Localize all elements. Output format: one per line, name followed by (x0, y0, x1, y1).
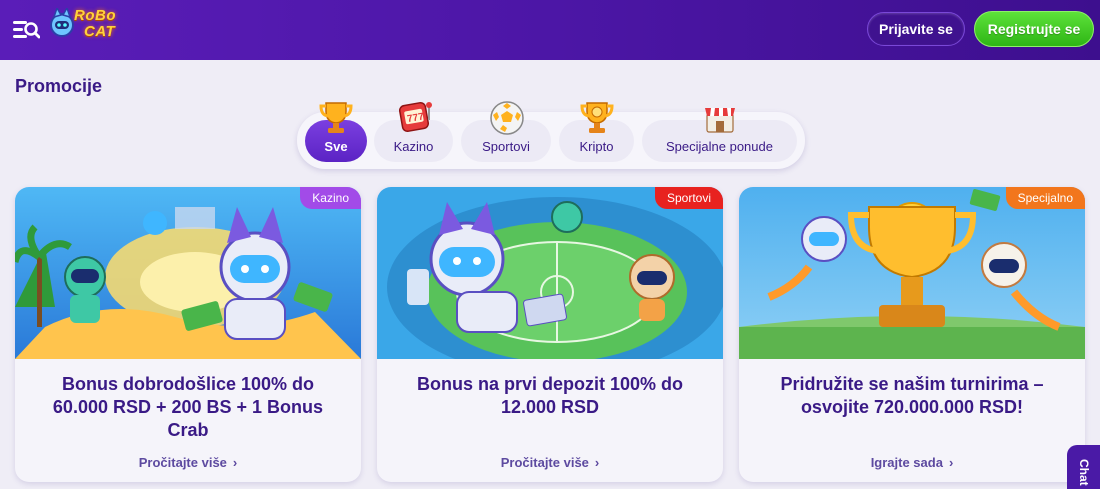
tab-special-offers-label: Specijalne ponude (666, 139, 773, 154)
gift-shop-icon (705, 108, 735, 133)
read-more-link[interactable]: Pročitajte više › (377, 455, 723, 470)
login-button[interactable]: Prijavite se (867, 12, 965, 46)
trophy-icon (319, 102, 353, 133)
chevron-right-icon: › (948, 455, 954, 470)
chat-button[interactable]: Chat (1067, 445, 1100, 489)
chat-label: Chat (1077, 459, 1091, 486)
menu-search-icon[interactable] (12, 17, 40, 41)
promo-card-tournaments[interactable]: Specijalno Pridružite se našim turnirima… (739, 187, 1085, 482)
read-more-label: Pročitajte više (138, 455, 227, 470)
tab-crypto-label: Kripto (579, 139, 614, 154)
card-title: Pridružite se našim turnirima – osvojite… (780, 374, 1044, 417)
category-badge: Specijalno (1005, 187, 1085, 209)
tab-all-label: Sve (324, 139, 348, 154)
chevron-right-icon: › (594, 455, 600, 470)
casino-promo-illustration (15, 187, 361, 359)
read-more-label: Pročitajte više (500, 455, 589, 470)
sports-promo-illustration (377, 187, 723, 359)
tab-casino-label: Kazino (393, 139, 434, 154)
promo-card-welcome-bonus[interactable]: Kazino Bonus dobrodošlice 100% do 60.000… (15, 187, 361, 482)
page-title: Promocije (15, 76, 103, 96)
category-badge: Kazino (300, 187, 361, 209)
tournament-promo-illustration (739, 187, 1085, 359)
promo-card-first-deposit[interactable]: Sportovi Bonus na prvi depozit 100% do 1… (377, 187, 723, 482)
play-now-link[interactable]: Igrajte sada › (739, 455, 1085, 470)
logo-line-1: RoBo (74, 7, 116, 24)
soccer-ball-icon (490, 101, 524, 135)
card-title: Bonus na prvi depozit 100% do 12.000 RSD (416, 374, 684, 417)
category-badge: Sportovi (654, 187, 723, 209)
crypto-trophy-icon (580, 102, 614, 133)
slot-machine-icon: 777 (398, 101, 432, 133)
card-title: Bonus dobrodošlice 100% do 60.000 RSD + … (52, 374, 324, 440)
tab-sports-label: Sportovi (482, 139, 530, 154)
play-now-label: Igrajte sada (870, 455, 943, 470)
chevron-right-icon: › (232, 455, 238, 470)
top-navigation-bar: RoBo CAT Prijavite se Registrujte se (0, 0, 1100, 60)
register-button[interactable]: Registrujte se (974, 11, 1094, 47)
logo-wordmark: RoBo CAT (74, 8, 116, 40)
read-more-link[interactable]: Pročitajte više › (15, 455, 361, 470)
logo-line-2: CAT (84, 23, 116, 40)
